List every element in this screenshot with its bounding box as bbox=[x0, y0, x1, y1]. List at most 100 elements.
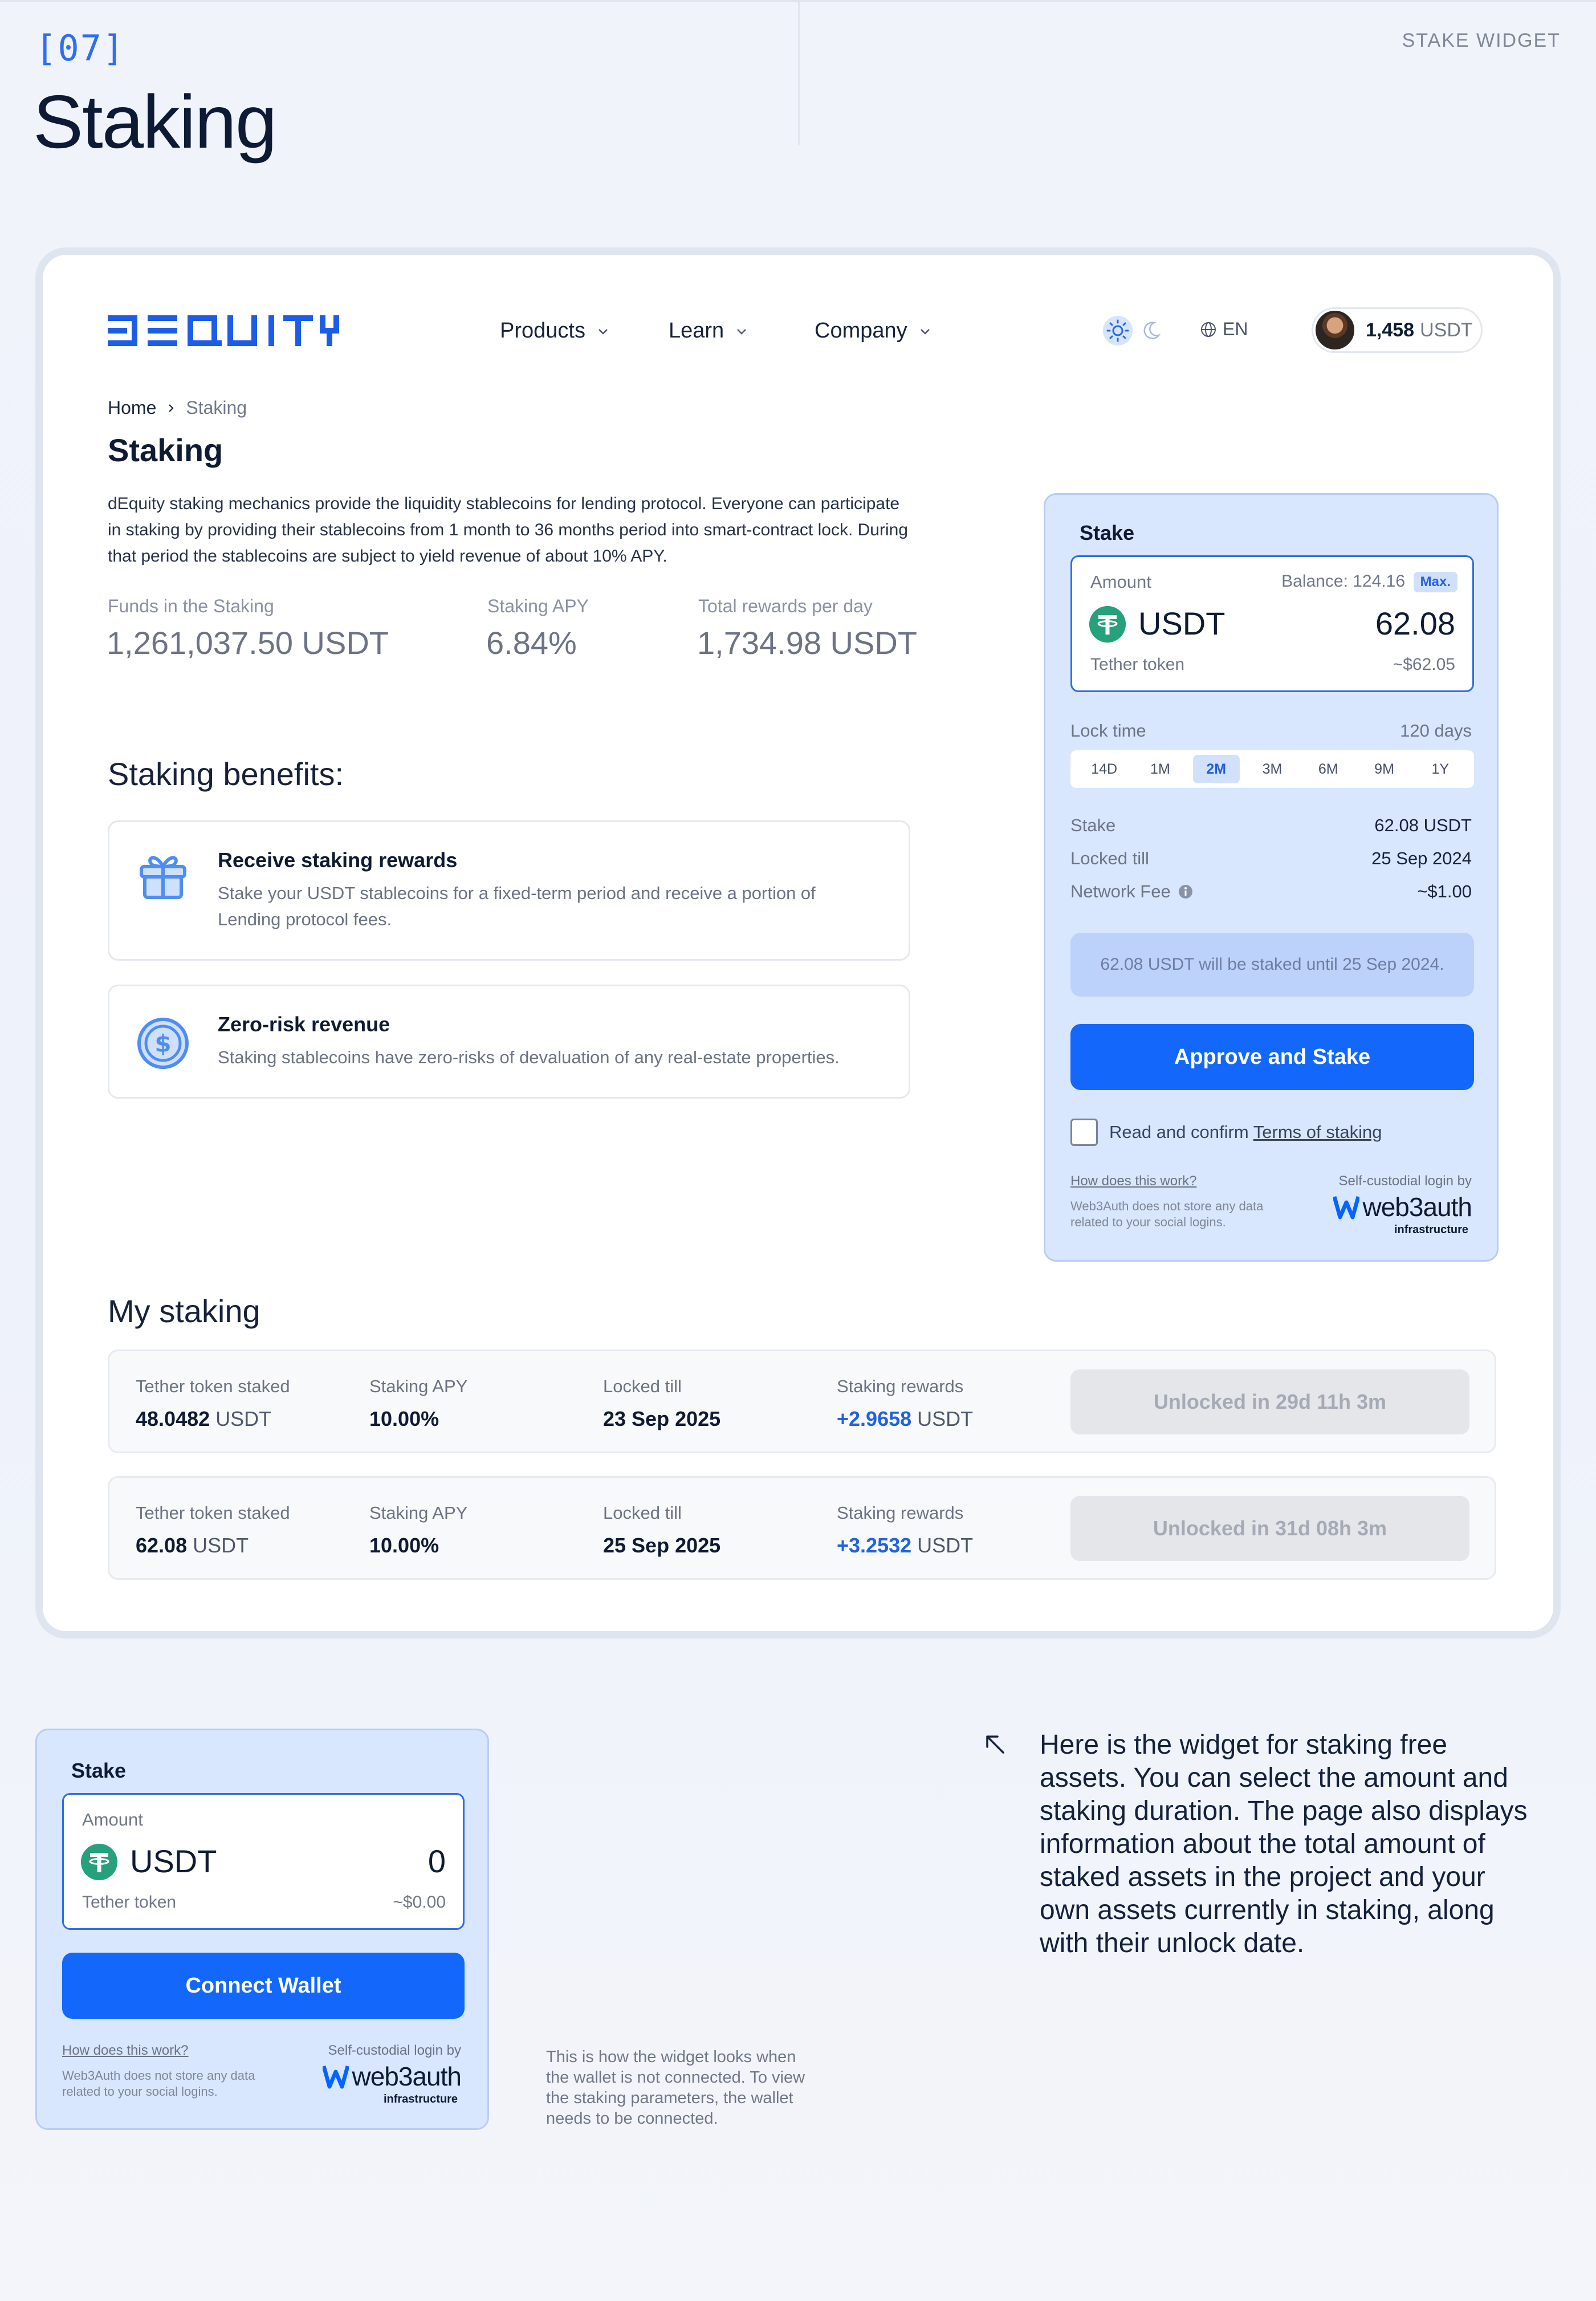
moon-icon[interactable] bbox=[1138, 318, 1163, 343]
wallet-balance-pill[interactable]: 1,458 USDT bbox=[1312, 307, 1483, 353]
approve-and-stake-button[interactable]: Approve and Stake bbox=[1070, 1024, 1474, 1090]
staked-amount: 48.0482 USDT bbox=[136, 1407, 271, 1431]
benefit-desc: Stake your USDT stablecoins for a fixed-… bbox=[218, 883, 816, 929]
benefit-title: Zero-risk revenue bbox=[218, 1013, 390, 1036]
nav-company-label: Company bbox=[815, 319, 907, 343]
rewards-unit: USDT bbox=[917, 1407, 974, 1430]
stat-funds-label: Funds in the Staking bbox=[108, 596, 274, 616]
stat-funds-value: 1,261,037.50 USDT bbox=[107, 625, 389, 661]
staked-unit: USDT bbox=[193, 1534, 249, 1557]
breadcrumb-current: Staking bbox=[186, 397, 247, 418]
breadcrumb-home[interactable]: Home bbox=[108, 397, 156, 418]
terms-label: Read and confirm Terms of staking bbox=[1109, 1122, 1382, 1143]
rewards-amount: +2.9658 USDT bbox=[837, 1407, 973, 1431]
my-staking-title: My staking bbox=[108, 1293, 260, 1329]
col-apy-label: Staking APY bbox=[369, 1376, 468, 1396]
col-locked-label: Locked till bbox=[603, 1503, 682, 1523]
web3auth-w-icon bbox=[1333, 1196, 1359, 1219]
balance-text: Balance: 124.16 bbox=[1281, 572, 1405, 591]
wallet-currency: USDT bbox=[1420, 319, 1473, 341]
usd-value: ~$62.05 bbox=[1393, 655, 1455, 674]
lock-option-1m[interactable]: 1M bbox=[1137, 755, 1183, 783]
stake-widget-title: Stake bbox=[1080, 521, 1135, 544]
nav-company[interactable]: Company bbox=[815, 319, 931, 343]
web3auth-subtitle: infrastructure bbox=[1394, 1223, 1468, 1236]
staked-unit: USDT bbox=[215, 1407, 272, 1430]
lock-option-6m[interactable]: 6M bbox=[1305, 755, 1351, 783]
lock-option-2m[interactable]: 2M bbox=[1192, 755, 1240, 783]
dequity-logo[interactable] bbox=[108, 315, 339, 346]
how-does-this-work-link[interactable]: How does this work? bbox=[1070, 1173, 1196, 1189]
wallet-amount: 1,458 bbox=[1366, 319, 1415, 341]
locked-till-value: 25 Sep 2024 bbox=[1371, 848, 1472, 868]
lock-option-14d[interactable]: 14D bbox=[1081, 755, 1127, 783]
nav-learn-label: Learn bbox=[669, 319, 724, 343]
intro-text: dEquity staking mechanics provide the li… bbox=[108, 494, 908, 566]
col-rewards-label: Staking rewards bbox=[837, 1376, 964, 1396]
apy-value: 10.00% bbox=[369, 1534, 439, 1557]
lock-option-1y[interactable]: 1Y bbox=[1417, 755, 1464, 783]
gift-icon bbox=[140, 856, 186, 899]
token-name: Tether token bbox=[82, 1893, 177, 1912]
theme-toggle[interactable] bbox=[1102, 312, 1166, 349]
web3auth-w-icon bbox=[322, 2066, 349, 2089]
section-tag: STAKE WIDGET bbox=[1402, 30, 1561, 51]
nav-learn[interactable]: Learn bbox=[669, 319, 748, 343]
stat-apy-value: 6.84% bbox=[486, 625, 577, 661]
chevron-down-icon bbox=[920, 328, 930, 335]
terms-checkbox[interactable] bbox=[1070, 1119, 1098, 1146]
benefit-card: $ Zero-risk revenue Staking stablecoins … bbox=[108, 985, 910, 1099]
how-does-this-work-link[interactable]: How does this work? bbox=[62, 2043, 188, 2059]
benefit-desc: Staking stablecoins have zero-risks of d… bbox=[218, 1047, 840, 1067]
col-staked-label: Tether token staked bbox=[136, 1376, 290, 1396]
max-button[interactable]: Max. bbox=[1413, 572, 1457, 592]
nav-products-label: Products bbox=[500, 319, 585, 343]
apy-value: 10.00% bbox=[369, 1407, 439, 1430]
unlock-status-button[interactable]: Unlocked in 31d 08h 3m bbox=[1070, 1496, 1469, 1561]
self-custodial-label: Self-custodial login by bbox=[1338, 1173, 1472, 1189]
amount-value[interactable]: 62.08 bbox=[1375, 605, 1455, 642]
disclaimer-line: related to your social logins. bbox=[1070, 1215, 1226, 1229]
globe-icon bbox=[1201, 322, 1216, 337]
web3auth-subtitle: infrastructure bbox=[383, 2093, 458, 2105]
amount-label: Amount bbox=[82, 1810, 143, 1830]
stake-widget-disconnected: Stake Amount USDT 0 Tether token ~$0.00 … bbox=[35, 1729, 489, 2130]
breadcrumb: Home Staking bbox=[108, 397, 247, 418]
dollar-coin-icon: $ bbox=[137, 1018, 189, 1069]
nav-products[interactable]: Products bbox=[500, 319, 609, 343]
web3auth-wordmark: web3auth bbox=[1362, 1192, 1472, 1222]
staking-row: Tether token staked 48.0482 USDT Staking… bbox=[108, 1349, 1496, 1453]
caption-line: needs to be connected. bbox=[546, 2109, 718, 2128]
benefit-card: Receive staking rewards Stake your USDT … bbox=[108, 820, 910, 961]
unlock-status-button[interactable]: Unlocked in 29d 11h 3m bbox=[1070, 1369, 1469, 1434]
svg-text:$: $ bbox=[154, 1030, 171, 1058]
network-fee-label: Network Fee bbox=[1070, 881, 1194, 902]
stake-value: 62.08 USDT bbox=[1374, 815, 1472, 835]
sun-icon[interactable] bbox=[1102, 315, 1134, 347]
locked-till-label: Locked till bbox=[1070, 848, 1149, 868]
terms-prefix: Read and confirm bbox=[1109, 1122, 1253, 1142]
section-number: [07] bbox=[35, 27, 125, 69]
self-custodial-label: Self-custodial login by bbox=[328, 2043, 461, 2058]
staking-row: Tether token staked 62.08 USDT Staking A… bbox=[108, 1476, 1496, 1580]
amount-input[interactable]: Amount Balance: 124.16 Max. USDT 62.08 T… bbox=[1070, 555, 1474, 692]
terms-link[interactable]: Terms of staking bbox=[1253, 1122, 1382, 1142]
language-label: EN bbox=[1223, 319, 1248, 339]
disconnected-caption: This is how the widget looks when the wa… bbox=[546, 2047, 805, 2129]
lock-time-selector: 14D 1M 2M 3M 6M 9M 1Y bbox=[1070, 750, 1474, 788]
connect-wallet-button[interactable]: Connect Wallet bbox=[62, 1953, 465, 2019]
tether-icon bbox=[81, 1844, 117, 1880]
info-icon[interactable] bbox=[1178, 884, 1194, 900]
language-selector[interactable]: EN bbox=[1200, 319, 1248, 340]
lock-option-9m[interactable]: 9M bbox=[1361, 755, 1408, 783]
chevron-down-icon bbox=[737, 328, 747, 335]
web3auth-wordmark: web3auth bbox=[352, 2062, 462, 2091]
network-fee-text: Network Fee bbox=[1070, 881, 1171, 901]
amount-value[interactable]: 0 bbox=[428, 1843, 446, 1880]
token-symbol: USDT bbox=[130, 1843, 217, 1879]
tether-icon bbox=[1089, 606, 1126, 643]
amount-input[interactable]: Amount USDT 0 Tether token ~$0.00 bbox=[62, 1793, 465, 1930]
lock-option-3m[interactable]: 3M bbox=[1249, 755, 1296, 783]
chevron-right-icon bbox=[169, 404, 174, 412]
avatar bbox=[1314, 310, 1355, 351]
